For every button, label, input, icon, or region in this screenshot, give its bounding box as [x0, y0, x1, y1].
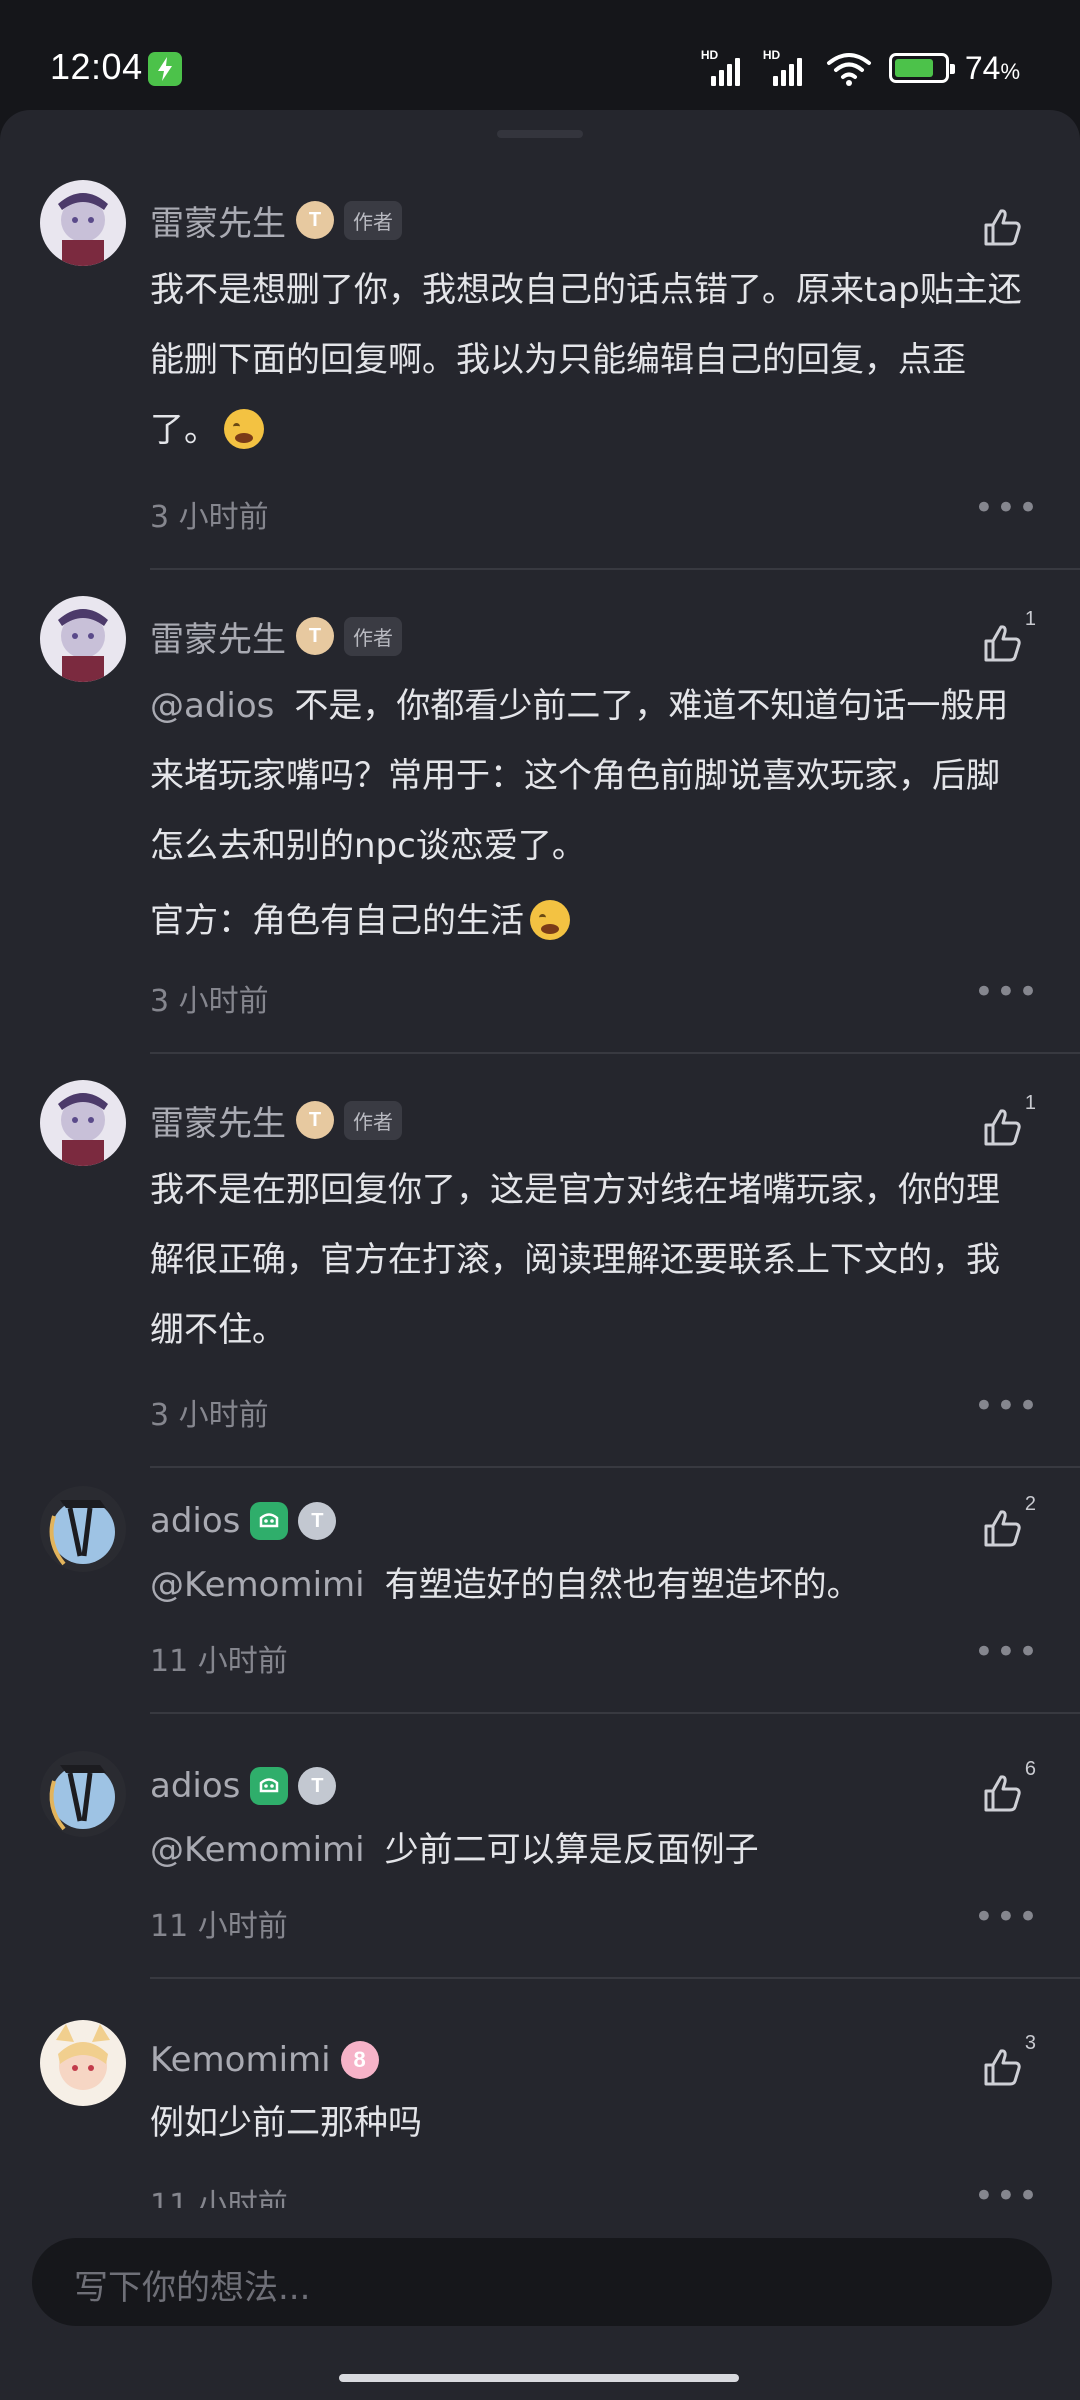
- like-count: 1: [1024, 608, 1036, 630]
- name-row: Kemomimi 8: [150, 2035, 379, 2085]
- tap-level-badge-icon: T: [298, 1502, 337, 1540]
- mention-link[interactable]: @Kemomimi: [150, 1565, 365, 1605]
- charging-icon: [148, 52, 182, 86]
- name-row: adios T: [150, 1761, 337, 1811]
- comment-time: 11 小时前: [150, 1909, 288, 1944]
- battery-icon: [888, 53, 955, 83]
- like-button[interactable]: [980, 1771, 1024, 1815]
- like-count: 3: [1024, 2032, 1036, 2054]
- avatar[interactable]: [40, 1080, 126, 1166]
- divider: [150, 1052, 1080, 1054]
- thumbs-up-icon: [984, 1775, 1021, 1812]
- more-options-button[interactable]: •••: [974, 488, 1040, 528]
- comment-text: @Kemomimi 少前二可以算是反面例子: [150, 1830, 759, 1870]
- signal-icon-2: HD: [763, 48, 809, 86]
- thumbs-up-icon: [984, 209, 1021, 246]
- username[interactable]: 雷蒙先生: [150, 1096, 286, 1145]
- more-options-button[interactable]: •••: [974, 1897, 1040, 1937]
- name-row: 雷蒙先生 T 作者: [150, 195, 402, 245]
- author-tag: 作者: [344, 200, 402, 240]
- signal-icon: HD: [701, 48, 747, 86]
- like-button[interactable]: [980, 2045, 1024, 2089]
- like-count: 6: [1024, 1758, 1036, 1780]
- author-tag: 作者: [344, 1100, 402, 1140]
- comment-text: @adios 不是，你都看少前二了，难道不知道句话一般用来堵玩家嘴吗？常用于：这个…: [150, 686, 1009, 866]
- avatar[interactable]: [40, 1751, 126, 1837]
- comment-time: 3 小时前: [150, 1398, 269, 1433]
- comment-input[interactable]: 写下你的想法...: [32, 2238, 1052, 2326]
- comment-time: 3 小时前: [150, 500, 269, 535]
- crying-emoji-icon: [224, 409, 264, 449]
- comment-text: 例如少前二那种吗: [150, 2103, 422, 2143]
- like-button[interactable]: [980, 621, 1024, 665]
- avatar[interactable]: [40, 180, 126, 266]
- comment-text: 我不是想删了你，我想改自己的话点错了。原来tap贴主还能删下面的回复啊。我以为只…: [150, 270, 1022, 450]
- like-button[interactable]: [980, 1506, 1024, 1550]
- username[interactable]: 雷蒙先生: [150, 196, 286, 245]
- drag-handle[interactable]: [497, 130, 583, 138]
- comment-text: 我不是在那回复你了，这是官方对线在堵嘴玩家，你的理解很正确，官方在打滚，阅读理解…: [150, 1170, 1000, 1350]
- mention-link[interactable]: @adios: [150, 686, 274, 726]
- game-badge-icon: [250, 1502, 289, 1540]
- wifi-icon: [826, 53, 871, 86]
- comment-text: @Kemomimi 有塑造好的自然也有塑造坏的。: [150, 1565, 861, 1605]
- status-time: 12:04: [50, 46, 143, 87]
- name-row: 雷蒙先生 T 作者: [150, 611, 402, 661]
- tap-level-badge-icon: T: [296, 1101, 334, 1139]
- name-row: 雷蒙先生 T 作者: [150, 1095, 402, 1145]
- avatar[interactable]: [40, 2020, 126, 2106]
- username[interactable]: adios: [150, 1501, 240, 1541]
- like-button[interactable]: [980, 1105, 1024, 1149]
- like-count: 2: [1024, 1493, 1036, 1515]
- username[interactable]: adios: [150, 1766, 240, 1806]
- thumbs-up-icon: [984, 625, 1021, 662]
- avatar[interactable]: [40, 596, 126, 682]
- divider: [150, 1977, 1080, 1979]
- level-badge-icon: 8: [340, 2041, 379, 2079]
- thumbs-up-icon: [984, 1510, 1021, 1547]
- comment-input-bar: 写下你的想法...: [0, 2208, 1080, 2400]
- status-bar: 12:04 HD HD 74%: [0, 0, 1080, 110]
- username[interactable]: 雷蒙先生: [150, 612, 286, 661]
- avatar[interactable]: [40, 1486, 126, 1572]
- divider: [150, 568, 1080, 570]
- gesture-nav-bar[interactable]: [339, 2374, 739, 2382]
- comment-time: 3 小时前: [150, 984, 269, 1019]
- thumbs-up-icon: [984, 1109, 1021, 1146]
- mention-link[interactable]: @Kemomimi: [150, 1830, 365, 1870]
- crying-emoji-icon: [530, 900, 570, 940]
- comment-text-line2: 官方：角色有自己的生活: [150, 886, 1030, 956]
- tap-level-badge-icon: T: [298, 1767, 337, 1805]
- like-button[interactable]: [980, 205, 1024, 249]
- tap-level-badge-icon: T: [296, 201, 334, 239]
- author-tag: 作者: [344, 616, 402, 656]
- more-options-button[interactable]: •••: [974, 1632, 1040, 1672]
- more-options-button[interactable]: •••: [974, 1386, 1040, 1426]
- game-badge-icon: [250, 1767, 289, 1805]
- tap-level-badge-icon: T: [296, 617, 334, 655]
- comment-time: 11 小时前: [150, 1644, 288, 1679]
- more-options-button[interactable]: •••: [974, 972, 1040, 1012]
- comment-sheet[interactable]: 雷蒙先生 T 作者 我不是想删了你，我想改自己的话点错了。原来tap贴主还能删下…: [0, 110, 1080, 2360]
- divider: [150, 1466, 1080, 1468]
- divider: [150, 1712, 1080, 1714]
- status-icons: HD HD 74%: [701, 46, 1020, 90]
- thumbs-up-icon: [984, 2049, 1021, 2086]
- username[interactable]: Kemomimi: [150, 2040, 331, 2080]
- name-row: adios T: [150, 1496, 337, 1546]
- like-count: 1: [1024, 1092, 1036, 1114]
- battery-percent: 74%: [964, 49, 1020, 86]
